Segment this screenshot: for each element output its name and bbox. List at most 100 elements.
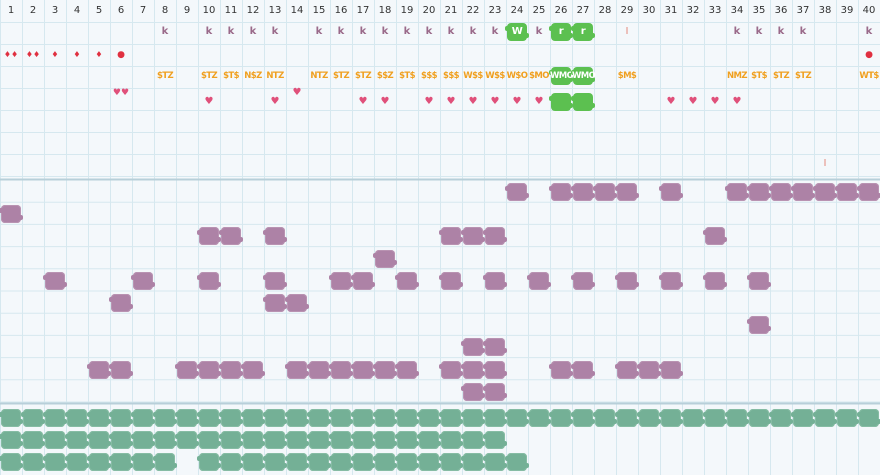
- habit-mark-purple[interactable]: [263, 294, 287, 312]
- habit-mark-green[interactable]: [439, 431, 463, 449]
- habit-mark-purple[interactable]: [131, 272, 155, 290]
- habit-mark-purple[interactable]: [439, 227, 463, 245]
- habit-mark-green[interactable]: [549, 409, 573, 427]
- habit-mark-green[interactable]: [395, 409, 419, 427]
- habit-mark-green[interactable]: [483, 409, 507, 427]
- habit-mark-green[interactable]: [417, 453, 441, 471]
- habit-mark-green[interactable]: [769, 409, 793, 427]
- habit-mark-green[interactable]: [43, 453, 67, 471]
- habit-mark-green[interactable]: [153, 431, 177, 449]
- habit-mark-green[interactable]: [87, 453, 111, 471]
- habit-mark-purple[interactable]: [615, 183, 639, 201]
- habit-mark-purple[interactable]: [197, 272, 221, 290]
- habit-mark-purple[interactable]: [109, 361, 133, 379]
- habit-mark-purple[interactable]: [835, 183, 859, 201]
- habit-mark-green[interactable]: [439, 453, 463, 471]
- habit-mark-purple[interactable]: [483, 227, 507, 245]
- habit-mark-green[interactable]: [417, 431, 441, 449]
- habit-mark-purple[interactable]: [527, 272, 551, 290]
- habit-mark-purple[interactable]: [549, 361, 573, 379]
- habit-mark-green[interactable]: [681, 409, 705, 427]
- habit-mark-green[interactable]: [175, 409, 199, 427]
- habit-mark-green[interactable]: [615, 409, 639, 427]
- habit-mark-purple[interactable]: [571, 361, 595, 379]
- habit-mark-purple[interactable]: [725, 183, 749, 201]
- habit-mark-bright[interactable]: r: [571, 23, 595, 41]
- habit-mark-purple[interactable]: [505, 183, 529, 201]
- habit-mark-green[interactable]: [593, 409, 617, 427]
- habit-mark-green[interactable]: [131, 453, 155, 471]
- habit-mark-purple[interactable]: [263, 227, 287, 245]
- habit-mark-green[interactable]: [219, 409, 243, 427]
- habit-mark-purple[interactable]: [43, 272, 67, 290]
- habit-mark-green[interactable]: [0, 431, 23, 449]
- habit-mark-green[interactable]: [307, 431, 331, 449]
- habit-mark-green[interactable]: [219, 453, 243, 471]
- habit-mark-green[interactable]: [241, 409, 265, 427]
- habit-mark-purple[interactable]: [219, 361, 243, 379]
- habit-mark-green[interactable]: [395, 431, 419, 449]
- habit-mark-purple[interactable]: [175, 361, 199, 379]
- habit-mark-green[interactable]: [483, 453, 507, 471]
- habit-mark-green[interactable]: [241, 431, 265, 449]
- habit-mark-green[interactable]: [637, 409, 661, 427]
- habit-mark-green[interactable]: [21, 453, 45, 471]
- habit-mark-green[interactable]: [307, 453, 331, 471]
- habit-mark-purple[interactable]: [87, 361, 111, 379]
- habit-mark-purple[interactable]: [307, 361, 331, 379]
- habit-mark-green[interactable]: [813, 409, 837, 427]
- habit-mark-purple[interactable]: [395, 272, 419, 290]
- habit-mark-purple[interactable]: [659, 183, 683, 201]
- habit-mark-green[interactable]: [703, 409, 727, 427]
- habit-mark-green[interactable]: [791, 409, 815, 427]
- habit-mark-green[interactable]: [197, 431, 221, 449]
- habit-mark-purple[interactable]: [615, 272, 639, 290]
- habit-mark-green[interactable]: [65, 409, 89, 427]
- habit-mark-purple[interactable]: [659, 272, 683, 290]
- habit-mark-green[interactable]: [153, 453, 177, 471]
- habit-mark-green[interactable]: [439, 409, 463, 427]
- habit-mark-purple[interactable]: [285, 294, 309, 312]
- habit-mark-green[interactable]: [197, 409, 221, 427]
- habit-mark-green[interactable]: [153, 409, 177, 427]
- habit-mark-purple[interactable]: [703, 272, 727, 290]
- habit-mark-green[interactable]: [505, 453, 529, 471]
- habit-mark-green[interactable]: [461, 409, 485, 427]
- habit-mark-green[interactable]: [131, 409, 155, 427]
- habit-mark-purple[interactable]: [461, 227, 485, 245]
- habit-mark-purple[interactable]: [395, 361, 419, 379]
- habit-mark-green[interactable]: [351, 431, 375, 449]
- habit-mark-purple[interactable]: [769, 183, 793, 201]
- habit-mark-purple[interactable]: [285, 361, 309, 379]
- habit-mark-purple[interactable]: [439, 272, 463, 290]
- habit-mark-green[interactable]: [219, 431, 243, 449]
- habit-mark-bright[interactable]: W: [505, 23, 529, 41]
- habit-mark-green[interactable]: [329, 453, 353, 471]
- habit-mark-purple[interactable]: [615, 361, 639, 379]
- habit-mark-purple[interactable]: [263, 272, 287, 290]
- habit-mark-green[interactable]: [241, 453, 265, 471]
- habit-mark-green[interactable]: [329, 431, 353, 449]
- habit-mark-green[interactable]: [747, 409, 771, 427]
- habit-mark-purple[interactable]: [461, 338, 485, 356]
- habit-mark-green[interactable]: [65, 453, 89, 471]
- habit-mark-green[interactable]: [835, 409, 859, 427]
- habit-mark-purple[interactable]: [857, 183, 880, 201]
- habit-mark-purple[interactable]: [461, 361, 485, 379]
- habit-mark-green[interactable]: [373, 453, 397, 471]
- habit-mark-green[interactable]: [109, 431, 133, 449]
- habit-mark-purple[interactable]: [747, 272, 771, 290]
- habit-mark-purple[interactable]: [109, 294, 133, 312]
- habit-mark-green[interactable]: [21, 409, 45, 427]
- habit-mark-purple[interactable]: [791, 183, 815, 201]
- habit-mark-purple[interactable]: [329, 272, 353, 290]
- habit-mark-green[interactable]: [461, 453, 485, 471]
- habit-mark-green[interactable]: [21, 431, 45, 449]
- habit-mark-green[interactable]: [131, 431, 155, 449]
- habit-mark-green[interactable]: [65, 431, 89, 449]
- habit-mark-green[interactable]: [483, 431, 507, 449]
- habit-mark-purple[interactable]: [813, 183, 837, 201]
- habit-mark-purple[interactable]: [439, 361, 463, 379]
- habit-mark-purple[interactable]: [571, 183, 595, 201]
- habit-mark-purple[interactable]: [703, 227, 727, 245]
